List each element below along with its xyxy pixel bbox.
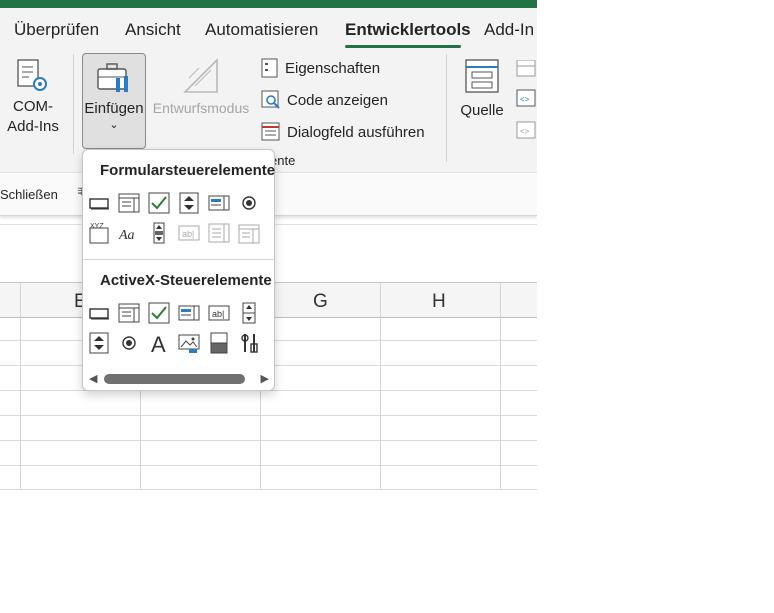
option-button-icon[interactable] bbox=[238, 192, 260, 214]
view-code-button[interactable]: Code anzeigen bbox=[261, 90, 388, 110]
combo-dropdown-disabled-icon[interactable] bbox=[238, 222, 260, 244]
tab-review[interactable]: Überprüfen bbox=[14, 20, 99, 40]
insert-button[interactable]: Einfügen ⌄ bbox=[82, 53, 146, 149]
activex-option-button-icon[interactable] bbox=[118, 332, 140, 354]
svg-text:<>: <> bbox=[520, 127, 530, 136]
properties-icon bbox=[261, 58, 278, 78]
run-dialog-label: Dialogfeld ausführen bbox=[287, 123, 425, 141]
command-button-icon[interactable] bbox=[88, 302, 110, 324]
column-header-g[interactable]: G bbox=[313, 291, 328, 313]
svg-text:XYZ: XYZ bbox=[90, 223, 104, 230]
checkbox-control-icon[interactable] bbox=[148, 192, 170, 214]
activex-combo-box-icon[interactable] bbox=[118, 302, 140, 324]
activex-label-icon[interactable]: A bbox=[148, 332, 170, 354]
svg-text:<>: <> bbox=[520, 95, 530, 104]
grid-line bbox=[0, 415, 537, 416]
run-dialog-button[interactable]: Dialogfeld ausführen bbox=[261, 122, 425, 142]
label-control-icon[interactable]: Aa bbox=[118, 222, 140, 244]
scroll-left-icon[interactable]: ◀ bbox=[89, 372, 97, 385]
activex-spin-button-icon[interactable] bbox=[88, 332, 110, 354]
activex-image-icon[interactable] bbox=[178, 332, 200, 354]
form-controls-title: Formularsteuerelemente bbox=[100, 162, 276, 179]
grid-line bbox=[0, 489, 537, 490]
activex-scroll-bar-icon[interactable] bbox=[238, 302, 260, 324]
column-header-h[interactable]: H bbox=[432, 291, 446, 313]
svg-text:A: A bbox=[151, 332, 166, 354]
combo-list-disabled-icon[interactable] bbox=[208, 222, 230, 244]
com-addins-label-1: COM- bbox=[13, 98, 53, 115]
scroll-bar-icon[interactable] bbox=[148, 222, 170, 244]
svg-text:Aa: Aa bbox=[118, 228, 135, 243]
view-code-label: Code anzeigen bbox=[287, 91, 388, 109]
com-addins-button[interactable]: COM- Add-Ins bbox=[2, 58, 64, 135]
activex-checkbox-icon[interactable] bbox=[148, 302, 170, 324]
svg-text:ab|: ab| bbox=[212, 309, 224, 319]
button-control-icon[interactable] bbox=[88, 192, 110, 214]
com-addins-label-2: Add-Ins bbox=[7, 118, 59, 135]
activex-list-box-icon[interactable] bbox=[178, 302, 200, 324]
toolbox-icon bbox=[97, 63, 128, 92]
insert-controls-dropdown: Formularsteuerelemente XYZ Aa ab| Active… bbox=[82, 149, 275, 391]
list-box-icon[interactable] bbox=[208, 192, 230, 214]
com-addins-icon bbox=[17, 59, 47, 91]
group-box-icon[interactable]: XYZ bbox=[88, 222, 110, 244]
design-mode-icon bbox=[183, 58, 218, 93]
tab-automate[interactable]: Automatisieren bbox=[205, 20, 318, 40]
activex-controls-title: ActiveX-Steuerelemente bbox=[100, 272, 272, 289]
view-code-icon bbox=[261, 90, 280, 109]
properties-button[interactable]: Eigenschaften bbox=[261, 58, 380, 78]
xml-map-icons[interactable]: <> <> bbox=[515, 60, 537, 144]
combo-box-icon[interactable] bbox=[118, 192, 140, 214]
grid-line bbox=[380, 282, 381, 489]
svg-text:ab|: ab| bbox=[182, 229, 194, 239]
grid-line bbox=[20, 282, 21, 489]
grid-line bbox=[500, 282, 501, 489]
scroll-thumb[interactable] bbox=[104, 374, 245, 384]
dropdown-scrollbar[interactable]: ◀ ▶ bbox=[89, 372, 269, 386]
ribbon-tabs: Überprüfen Ansicht Automatisieren Entwic… bbox=[0, 8, 537, 48]
text-field-disabled-icon[interactable]: ab| bbox=[178, 222, 200, 244]
grid-line bbox=[0, 440, 537, 441]
design-mode-label: Entwurfsmodus bbox=[152, 100, 250, 116]
dropdown-divider bbox=[83, 259, 274, 260]
spin-button-icon[interactable] bbox=[178, 192, 200, 214]
tab-addins[interactable]: Add-In bbox=[484, 20, 534, 40]
activex-text-box-icon[interactable]: ab| bbox=[208, 302, 230, 324]
activex-toggle-button-icon[interactable] bbox=[208, 332, 230, 354]
tab-view[interactable]: Ansicht bbox=[125, 20, 181, 40]
chevron-down-icon: ⌄ bbox=[109, 119, 119, 131]
grid-line bbox=[0, 465, 537, 466]
xml-source-icon bbox=[465, 59, 499, 93]
run-dialog-icon bbox=[261, 122, 280, 141]
close-label[interactable]: Schließen bbox=[0, 187, 58, 202]
properties-label: Eigenschaften bbox=[285, 59, 381, 77]
source-button[interactable]: Quelle bbox=[455, 58, 509, 119]
source-label: Quelle bbox=[460, 102, 504, 119]
insert-label: Einfügen bbox=[84, 100, 144, 117]
tab-developer[interactable]: Entwicklertools bbox=[345, 20, 471, 40]
divider bbox=[73, 54, 74, 154]
title-strip bbox=[0, 0, 537, 8]
more-controls-icon[interactable] bbox=[238, 332, 260, 354]
design-mode-button[interactable]: Entwurfsmodus bbox=[148, 58, 254, 116]
divider bbox=[446, 54, 447, 162]
scroll-right-icon[interactable]: ▶ bbox=[261, 372, 269, 385]
